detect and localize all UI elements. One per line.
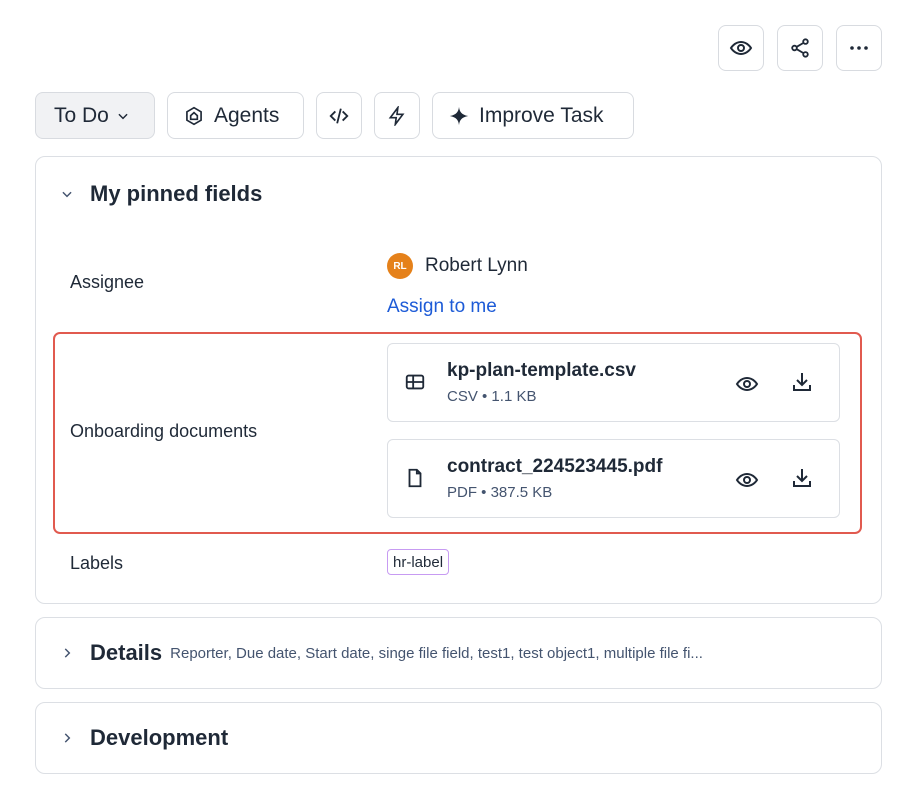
file-card[interactable]: contract_224523445.pdf PDF • 387.5 KB [387, 439, 840, 518]
file-icon [408, 468, 422, 488]
code-icon [329, 107, 349, 124]
improve-task-label: Improve Task [479, 103, 604, 127]
pinned-fields-card: My pinned fields Assignee RL Robert Lynn… [35, 156, 882, 604]
more-icon [850, 46, 868, 50]
chevron-down-icon [118, 113, 128, 119]
chevron-down-icon [62, 191, 72, 198]
improve-task-button[interactable]: Improve Task [432, 92, 634, 139]
details-title: Details [90, 640, 163, 665]
watch-button[interactable] [718, 25, 764, 71]
automation-button[interactable] [374, 92, 420, 139]
file-meta: PDF • 387.5 KB [447, 484, 553, 501]
lightning-icon [388, 105, 405, 126]
more-actions-button[interactable] [836, 25, 882, 71]
pinned-fields-toggle[interactable]: My pinned fields [60, 181, 262, 207]
preview-eye-icon[interactable] [735, 372, 759, 396]
agents-button[interactable]: Agents [167, 92, 304, 139]
label-tag[interactable]: hr-label [387, 549, 450, 575]
agents-label: Agents [214, 103, 280, 127]
assignee-label: Assignee [70, 272, 145, 292]
code-button[interactable] [316, 92, 362, 139]
agent-icon [186, 106, 202, 125]
sparkle-icon [449, 106, 469, 125]
download-icon[interactable] [790, 370, 814, 394]
file-name: contract_224523445.pdf [447, 456, 663, 477]
share-icon [791, 38, 809, 58]
share-button[interactable] [777, 25, 823, 71]
status-dropdown[interactable]: To Do [35, 92, 155, 139]
assign-to-me-link[interactable]: Assign to me [387, 296, 497, 318]
details-summary: Reporter, Due date, Start date, singe fi… [170, 644, 703, 662]
assignee-name: Robert Lynn [425, 255, 528, 276]
chevron-right-icon [64, 648, 71, 658]
file-card[interactable]: kp-plan-template.csv CSV • 1.1 KB [387, 343, 840, 422]
pinned-fields-title: My pinned fields [90, 181, 263, 206]
table-icon [405, 374, 425, 390]
details-card[interactable]: Details Reporter, Due date, Start date, … [35, 617, 882, 689]
development-title: Development [90, 725, 229, 750]
status-label: To Do [54, 103, 109, 127]
file-meta: CSV • 1.1 KB [447, 388, 537, 405]
development-toggle[interactable]: Development [60, 725, 228, 751]
assignee-value[interactable]: RL Robert Lynn [387, 253, 528, 279]
preview-eye-icon[interactable] [735, 468, 759, 492]
onboarding-documents-label: Onboarding documents [70, 421, 258, 441]
details-toggle[interactable]: Details Reporter, Due date, Start date, … [60, 640, 703, 666]
issue-toolbar: To Do Agents Improve Task [35, 92, 634, 139]
eye-icon [729, 40, 753, 56]
chevron-right-icon [64, 733, 71, 743]
development-card[interactable]: Development [35, 702, 882, 774]
avatar: RL [387, 253, 413, 279]
file-name: kp-plan-template.csv [447, 360, 636, 381]
labels-label: Labels [70, 553, 124, 573]
download-icon[interactable] [790, 466, 814, 490]
